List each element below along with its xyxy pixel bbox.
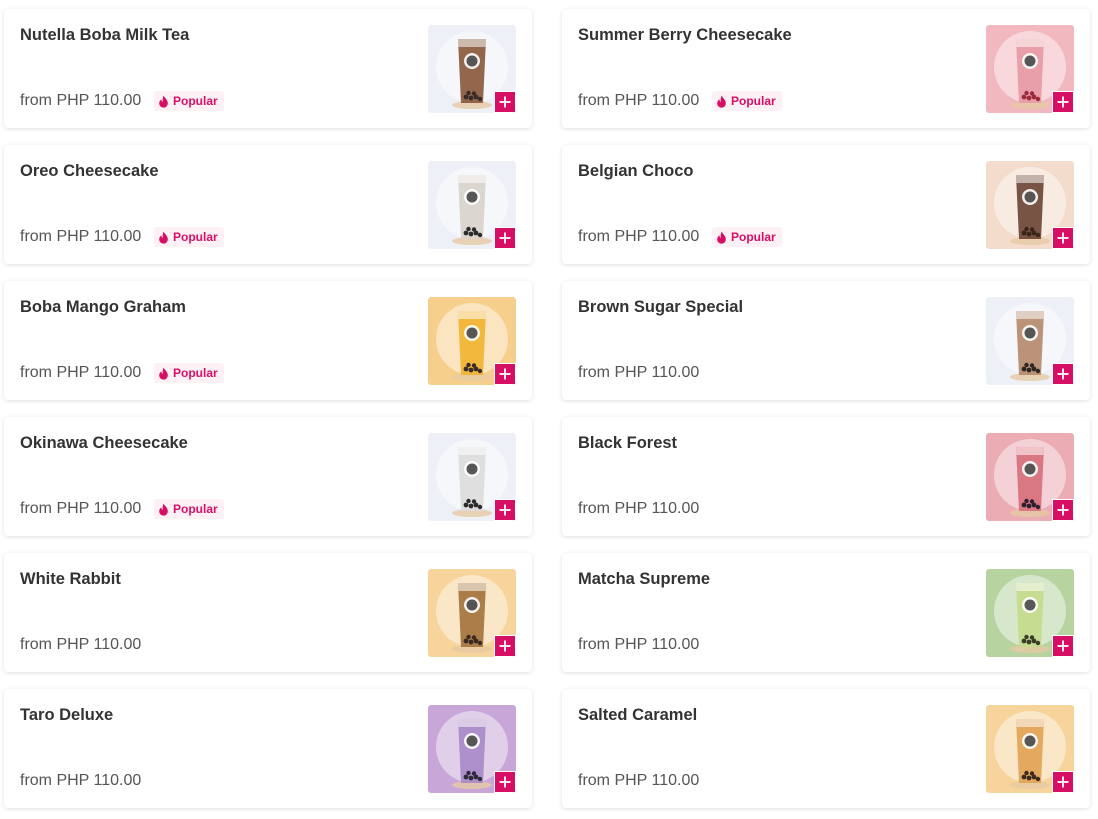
menu-item-price: from PHP 110.00 xyxy=(20,364,142,381)
menu-item-name: Summer Berry Cheesecake xyxy=(578,26,792,44)
menu-item-name: Salted Caramel xyxy=(578,706,698,724)
menu-item-card[interactable]: Salted Caramel from PHP 110.00 xyxy=(562,689,1090,808)
menu-item-image[interactable] xyxy=(428,297,516,385)
menu-item-price: from PHP 110.00 xyxy=(20,772,142,789)
menu-item-card[interactable]: Okinawa Cheesecake from PHP 110.00 Popular xyxy=(4,417,532,536)
menu-item-name: Nutella Boba Milk Tea xyxy=(20,26,190,44)
menu-item-price: from PHP 110.00 xyxy=(578,228,700,245)
add-to-cart-button[interactable] xyxy=(1052,499,1074,521)
plus-icon xyxy=(1057,232,1069,244)
menu-item-card[interactable]: Matcha Supreme from PHP 110.00 xyxy=(562,553,1090,672)
menu-item-price: from PHP 110.00 xyxy=(20,228,142,245)
add-to-cart-button[interactable] xyxy=(1052,771,1074,793)
menu-item-price: from PHP 110.00 xyxy=(578,92,700,109)
flame-icon xyxy=(158,231,169,244)
plus-icon xyxy=(499,96,511,108)
menu-item-price: from PHP 110.00 xyxy=(578,636,700,653)
menu-item-price: from PHP 110.00 xyxy=(578,364,700,381)
menu-item-card[interactable]: Black Forest from PHP 110.00 xyxy=(562,417,1090,536)
menu-item-image[interactable] xyxy=(428,705,516,793)
menu-item-name: Boba Mango Graham xyxy=(20,298,186,316)
menu-item-name: Black Forest xyxy=(578,434,678,452)
popular-badge: Popular xyxy=(154,499,224,519)
popular-badge-label: Popular xyxy=(173,366,218,380)
add-to-cart-button[interactable] xyxy=(1052,227,1074,249)
popular-badge: Popular xyxy=(712,227,782,247)
menu-item-image[interactable] xyxy=(428,433,516,521)
menu-item-card[interactable]: Nutella Boba Milk Tea from PHP 110.00 Popu… xyxy=(4,9,532,128)
add-to-cart-button[interactable] xyxy=(494,499,516,521)
add-to-cart-button[interactable] xyxy=(494,363,516,385)
plus-icon xyxy=(499,232,511,244)
popular-badge-label: Popular xyxy=(173,230,218,244)
plus-icon xyxy=(499,504,511,516)
menu-item-price: from PHP 110.00 xyxy=(578,772,700,789)
menu-item-image[interactable] xyxy=(428,161,516,249)
menu-item-name: White Rabbit xyxy=(20,570,121,588)
popular-badge-label: Popular xyxy=(731,94,776,108)
add-to-cart-button[interactable] xyxy=(494,91,516,113)
plus-icon xyxy=(499,640,511,652)
popular-badge-label: Popular xyxy=(173,94,218,108)
menu-item-image[interactable] xyxy=(428,25,516,113)
popular-badge: Popular xyxy=(154,363,224,383)
menu-item-image[interactable] xyxy=(986,569,1074,657)
menu-item-name: Belgian Choco xyxy=(578,162,694,180)
popular-badge: Popular xyxy=(712,91,782,111)
menu-item-name: Matcha Supreme xyxy=(578,570,711,588)
flame-icon xyxy=(158,503,169,516)
menu-item-card[interactable]: Oreo Cheesecake from PHP 110.00 Popular xyxy=(4,145,532,264)
menu-item-price: from PHP 110.00 xyxy=(578,500,700,517)
menu-item-price: from PHP 110.00 xyxy=(20,636,142,653)
menu-item-card[interactable]: Brown Sugar Special from PHP 110.00 xyxy=(562,281,1090,400)
popular-badge: Popular xyxy=(154,227,224,247)
plus-icon xyxy=(499,368,511,380)
menu-item-price: from PHP 110.00 xyxy=(20,500,142,517)
menu-item-card[interactable]: White Rabbit from PHP 110.00 xyxy=(4,553,532,672)
menu-item-image[interactable] xyxy=(986,161,1074,249)
flame-icon xyxy=(158,367,169,380)
plus-icon xyxy=(499,776,511,788)
add-to-cart-button[interactable] xyxy=(494,635,516,657)
popular-badge-label: Popular xyxy=(173,502,218,516)
popular-badge-label: Popular xyxy=(731,230,776,244)
plus-icon xyxy=(1057,368,1069,380)
menu-item-name: Okinawa Cheesecake xyxy=(20,434,188,452)
menu-item-image[interactable] xyxy=(428,569,516,657)
menu-item-card[interactable]: Boba Mango Graham from PHP 110.00 Popular xyxy=(4,281,532,400)
menu-item-card[interactable]: Belgian Choco from PHP 110.00 Popular xyxy=(562,145,1090,264)
plus-icon xyxy=(1057,640,1069,652)
flame-icon xyxy=(158,95,169,108)
add-to-cart-button[interactable] xyxy=(1052,91,1074,113)
plus-icon xyxy=(1057,776,1069,788)
menu-item-image[interactable] xyxy=(986,297,1074,385)
plus-icon xyxy=(1057,504,1069,516)
add-to-cart-button[interactable] xyxy=(494,227,516,249)
menu-item-card[interactable]: Summer Berry Cheesecake from PHP 110.00 Po… xyxy=(562,9,1090,128)
menu-item-image[interactable] xyxy=(986,433,1074,521)
menu-item-card[interactable]: Taro Deluxe from PHP 110.00 xyxy=(4,689,532,808)
menu-item-price: from PHP 110.00 xyxy=(20,92,142,109)
add-to-cart-button[interactable] xyxy=(494,771,516,793)
add-to-cart-button[interactable] xyxy=(1052,635,1074,657)
plus-icon xyxy=(1057,96,1069,108)
popular-badge: Popular xyxy=(154,91,224,111)
menu-item-name: Oreo Cheesecake xyxy=(20,162,159,180)
flame-icon xyxy=(716,231,727,244)
add-to-cart-button[interactable] xyxy=(1052,363,1074,385)
menu-item-grid: Nutella Boba Milk Tea from PHP 110.00 Popu… xyxy=(0,0,1098,819)
flame-icon xyxy=(716,95,727,108)
menu-item-name: Taro Deluxe xyxy=(20,706,114,724)
menu-item-name: Brown Sugar Special xyxy=(578,298,744,316)
menu-item-image[interactable] xyxy=(986,25,1074,113)
menu-item-image[interactable] xyxy=(986,705,1074,793)
